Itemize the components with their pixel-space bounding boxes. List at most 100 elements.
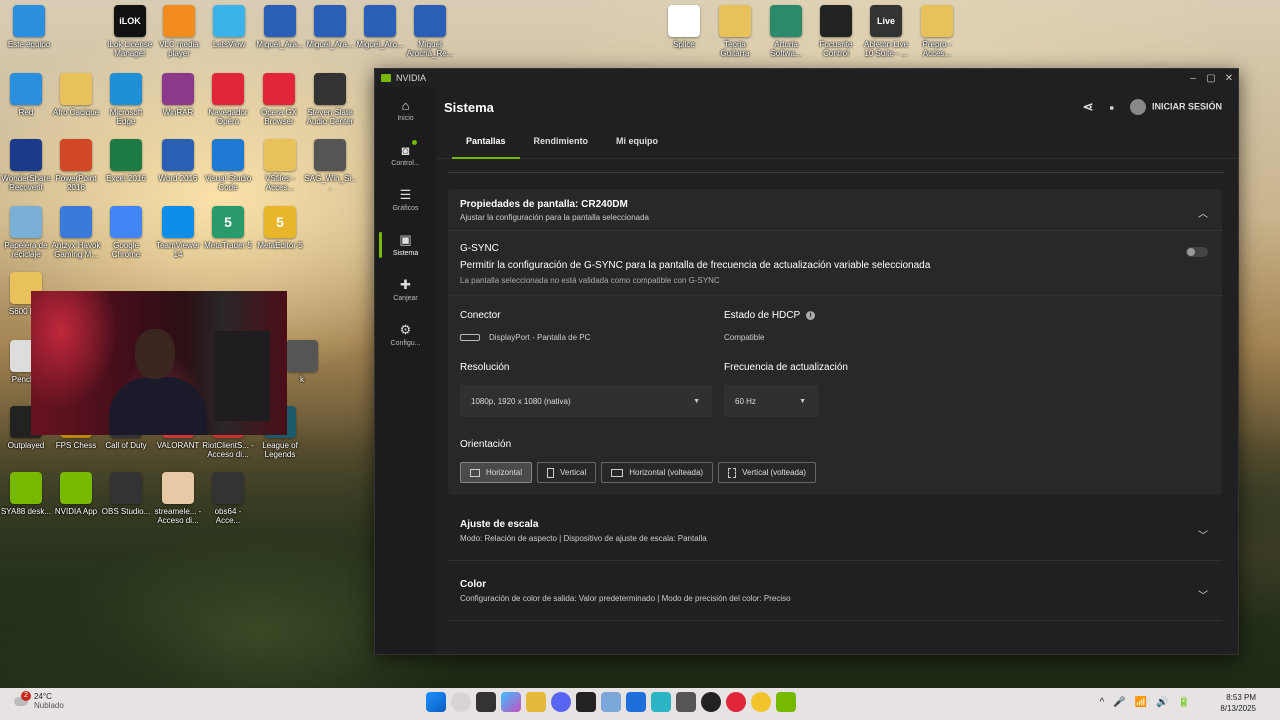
desktop-icon[interactable]: streamele... - Acceso di...: [152, 472, 204, 525]
scaling-section[interactable]: Ajuste de escala Modo: Relación de aspec…: [448, 509, 1222, 561]
portrait-icon: [547, 467, 555, 478]
task-view-icon[interactable]: [476, 692, 496, 712]
desktop-icon[interactable]: Google Chrome: [100, 206, 152, 259]
orientation-horizontal-flipped-button[interactable]: Horizontal (volteada): [601, 462, 714, 483]
discord-icon[interactable]: [551, 692, 571, 712]
tab-rendimiento[interactable]: Rendimiento: [520, 127, 603, 159]
microphone-icon[interactable]: 🎤: [1113, 697, 1125, 708]
desktop-icon[interactable]: Red: [0, 73, 52, 117]
orientation-vertical-button[interactable]: Vertical: [537, 462, 597, 483]
copilot-icon[interactable]: [501, 692, 521, 712]
desktop-icon[interactable]: OBS Studio...: [100, 472, 152, 516]
start-icon[interactable]: [426, 692, 446, 712]
tab-mi-equipo[interactable]: Mi equipo: [602, 127, 672, 159]
refresh-dropdown[interactable]: 60 Hz ▼: [724, 385, 818, 417]
nav-item-inicio[interactable]: ⌂ Inicio: [375, 87, 436, 132]
desktop-icon[interactable]: Splice: [658, 5, 710, 49]
desktop-icon[interactable]: Teoria Guitarra: [709, 5, 761, 58]
desktop-icon[interactable]: VLC media player: [153, 5, 205, 58]
wifi-icon[interactable]: 📶: [1135, 697, 1147, 708]
desktop-icon[interactable]: Steven Slate Audio Center: [304, 73, 356, 126]
desktop-icon[interactable]: Miguel_Ara...: [254, 5, 306, 49]
display-properties-header[interactable]: Propiedades de pantalla: CR240DM Ajustar…: [448, 189, 1222, 231]
nav-item-sistema[interactable]: ▣ Sistema: [375, 222, 436, 267]
clock[interactable]: 8:53 PM 8/13/2025: [1220, 692, 1256, 714]
app-icon: [414, 5, 446, 37]
desktop-icon[interactable]: Navegador Opera: [202, 73, 254, 126]
desktop-icon[interactable]: 5 MetaEditor 5: [254, 206, 306, 250]
desktop-icon[interactable]: Opera GX Browser: [253, 73, 305, 126]
desktop-icon[interactable]: Focusrite Control: [810, 5, 862, 58]
desktop-icon-label: Ableton Live 10 Suite - ...: [863, 40, 909, 58]
desktop-icon[interactable]: Microsoft Edge: [100, 73, 152, 126]
desktop-icon[interactable]: Antzyx Havok Gaming M...: [50, 206, 102, 259]
app-icon: [263, 73, 295, 105]
desktop-icon[interactable]: WinRAR: [152, 73, 204, 117]
resolution-dropdown[interactable]: 1080p, 1920 x 1080 (nativa) ▼: [460, 385, 712, 417]
desktop-icon[interactable]: WonderShare Recoverit: [0, 139, 52, 192]
nvidia-app-taskbar-icon[interactable]: [776, 692, 796, 712]
desktop-icon[interactable]: SAG_Win_Si...: [304, 139, 356, 192]
desktop-icon[interactable]: Live Ableton Live 10 Suite - ...: [860, 5, 912, 58]
desktop-icon[interactable]: Visual Studio Code: [202, 139, 254, 192]
chevron-up-icon[interactable]: ︿: [1198, 205, 1208, 220]
feedback-icon[interactable]: ▪: [1109, 100, 1114, 115]
desktop-icon[interactable]: 5 MetaTrader 5: [202, 206, 254, 250]
desktop-icon[interactable]: Miguel_Aro...: [354, 5, 406, 49]
desktop-icon[interactable]: Miguel Arocha_Re...: [404, 5, 456, 58]
chevron-down-icon[interactable]: ﹀: [1198, 527, 1208, 542]
app-icon: [770, 5, 802, 37]
desktop-icon[interactable]: SYA88 desk...: [0, 472, 52, 516]
desktop-icon[interactable]: iLOK iLok License Manager: [104, 5, 156, 58]
close-button[interactable]: ✕: [1220, 73, 1238, 84]
landscape-flipped-icon: [611, 468, 624, 477]
share-icon[interactable]: ⋖: [1082, 99, 1093, 115]
photos-icon[interactable]: [601, 692, 621, 712]
color-section[interactable]: Color Configuración de color de salida: …: [448, 569, 1222, 621]
desktop-icon[interactable]: Este equipo: [3, 5, 55, 49]
window-title: NVIDIA: [396, 73, 427, 83]
orientation-label: Orientación: [460, 439, 512, 450]
desktop-icon[interactable]: Miguel_Ara...: [304, 5, 356, 49]
opera-icon[interactable]: [726, 692, 746, 712]
orientation-horizontal-button[interactable]: Horizontal: [460, 462, 533, 483]
desktop-icon-label: RiotClientS... - Acceso di...: [202, 441, 254, 459]
desktop-icon[interactable]: Arturia Softwa...: [760, 5, 812, 58]
desktop-icon[interactable]: Prepro - Acces...: [911, 5, 963, 58]
tab-pantallas[interactable]: Pantallas: [452, 127, 520, 159]
nav-item-configuracion[interactable]: ⚙ Configu...: [375, 312, 436, 357]
terminal-icon[interactable]: [576, 692, 596, 712]
login-button[interactable]: INICIAR SESIÓN: [1129, 99, 1222, 115]
obs-icon[interactable]: [701, 692, 721, 712]
desktop-icon[interactable]: Afro Cacique: [50, 73, 102, 117]
desktop-icon[interactable]: LetsView: [203, 5, 255, 49]
desktop-icon[interactable]: Excel 2016: [100, 139, 152, 183]
nav-item-canjear[interactable]: ✚ Canjear: [375, 267, 436, 312]
nav-item-control[interactable]: ◙ Control...: [375, 132, 436, 177]
search-icon[interactable]: [451, 692, 471, 712]
file-explorer-icon[interactable]: [526, 692, 546, 712]
chrome-icon[interactable]: [751, 692, 771, 712]
desktop-icon[interactable]: Word 2016: [152, 139, 204, 183]
desktop-icon[interactable]: TeamViewer 14: [152, 206, 204, 259]
maximize-button[interactable]: ▢: [1202, 73, 1220, 84]
gsync-toggle[interactable]: [1186, 247, 1208, 257]
store-icon[interactable]: [626, 692, 646, 712]
info-icon[interactable]: i: [806, 311, 816, 320]
volume-icon[interactable]: 🔊: [1156, 697, 1168, 708]
desktop-icon[interactable]: obs64 - Acce...: [202, 472, 254, 525]
chevron-down-icon[interactable]: ﹀: [1198, 587, 1208, 602]
desktop-icon[interactable]: Papelera de reciclaje: [0, 206, 52, 259]
desktop-icon[interactable]: PowerPoint 2016: [50, 139, 102, 192]
nav-item-graficos[interactable]: ☰ Gráficos: [375, 177, 436, 222]
camera-icon[interactable]: [676, 692, 696, 712]
battery-icon[interactable]: 🔋: [1178, 697, 1190, 708]
desktop-icon[interactable]: NVIDIA App: [50, 472, 102, 516]
desktop-icon-label: PowerPoint 2016: [55, 174, 97, 192]
notepad-icon[interactable]: [651, 692, 671, 712]
orientation-vertical-flipped-button[interactable]: Vertical (volteada): [718, 462, 817, 483]
desktop-icon[interactable]: VSfiles - Acces...: [254, 139, 306, 192]
minimize-button[interactable]: –: [1184, 73, 1202, 84]
tray-overflow-icon[interactable]: ^: [1099, 697, 1104, 708]
color-title: Color: [460, 579, 487, 590]
